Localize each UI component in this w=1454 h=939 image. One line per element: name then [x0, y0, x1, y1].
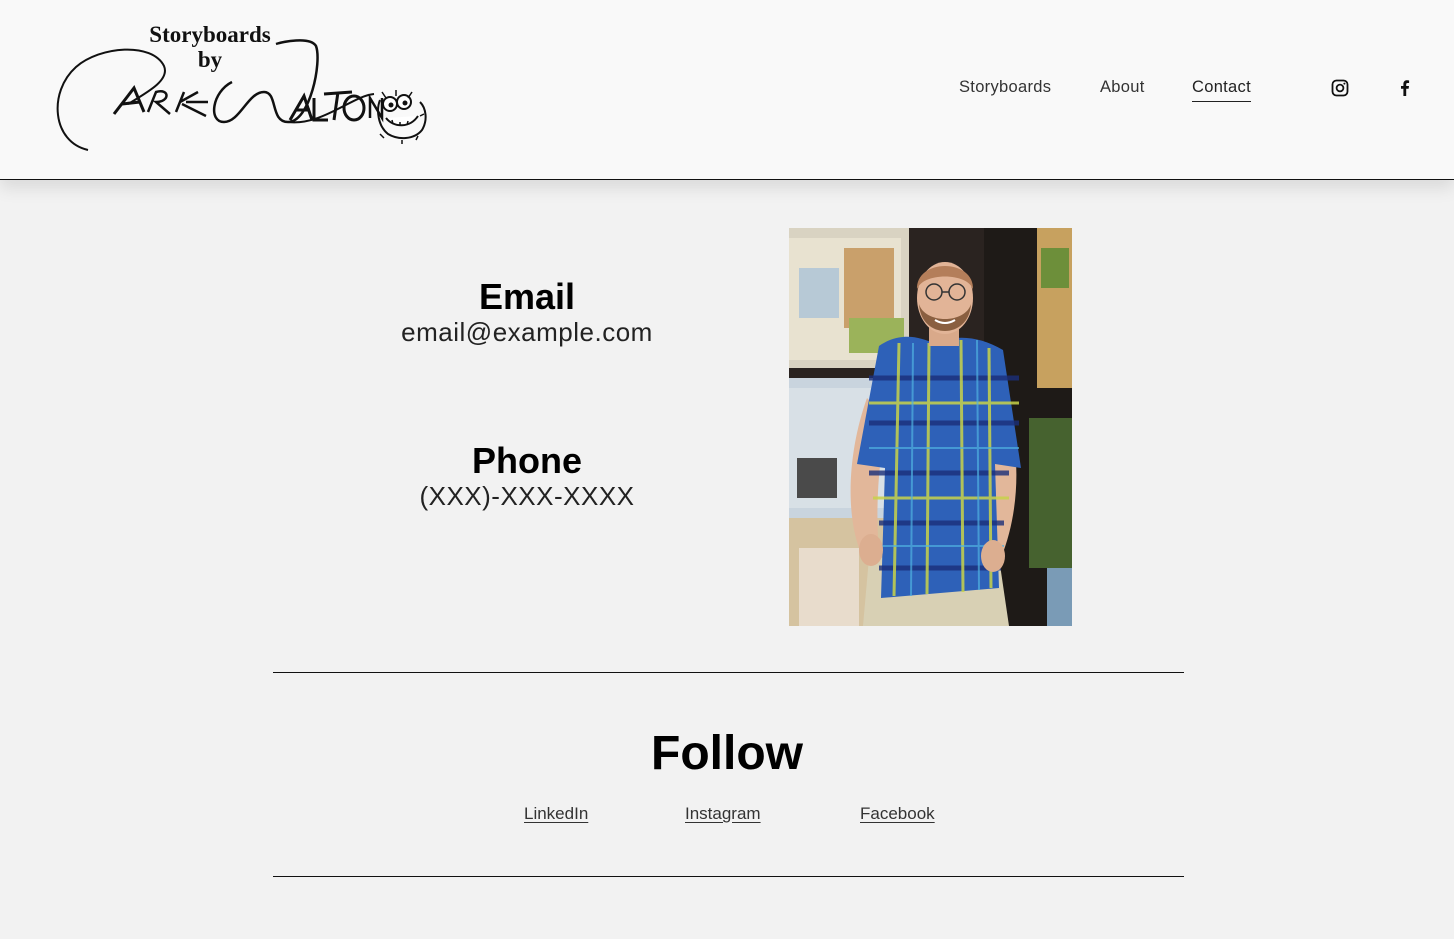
- phone-value: (XXX)-XXX-XXXX: [419, 481, 635, 511]
- email-block: Email email@example.com: [327, 276, 727, 348]
- nav-about[interactable]: About: [1100, 76, 1145, 98]
- facebook-icon[interactable]: [1395, 78, 1415, 98]
- phone-heading: Phone: [471, 440, 582, 481]
- divider-bottom: [273, 876, 1184, 877]
- phone-block: Phone (XXX)-XXX-XXXX: [327, 440, 727, 512]
- site-header: Storyboards by Storyboards About Contact: [0, 0, 1454, 180]
- nav-contact[interactable]: Contact: [1192, 76, 1251, 102]
- signature-graphic: [56, 39, 427, 151]
- email-value[interactable]: email@example.com: [327, 317, 727, 347]
- nav-storyboards[interactable]: Storyboards: [959, 76, 1051, 98]
- follow-heading: Follow: [651, 727, 803, 780]
- divider-top: [273, 672, 1184, 673]
- follow-link-linkedin[interactable]: LinkedIn: [524, 803, 588, 825]
- site-logo[interactable]: Storyboards by: [52, 22, 432, 154]
- follow-link-facebook[interactable]: Facebook: [860, 803, 935, 825]
- instagram-icon[interactable]: [1330, 78, 1350, 98]
- portrait-photo: [789, 228, 1072, 626]
- follow-link-instagram[interactable]: Instagram: [685, 803, 761, 825]
- email-heading: Email: [478, 276, 576, 317]
